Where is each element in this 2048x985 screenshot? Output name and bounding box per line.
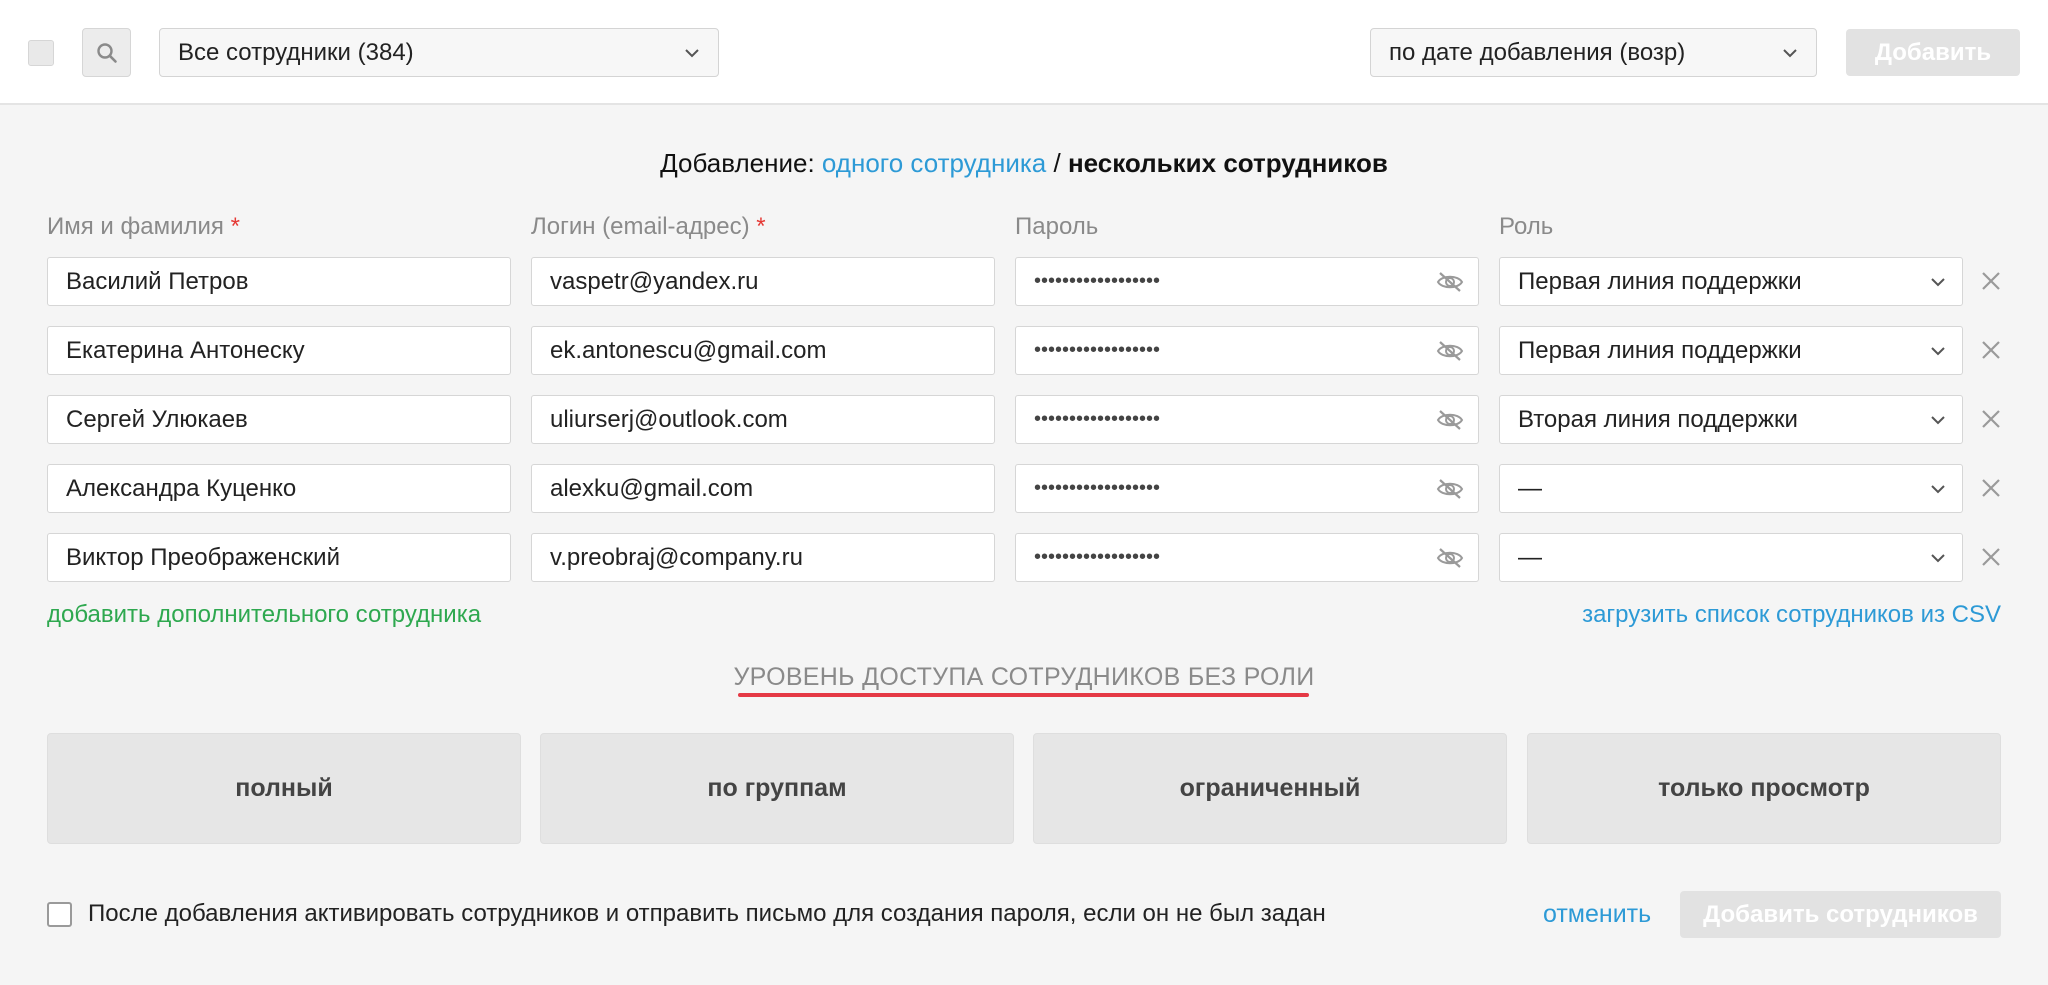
- login-label-text: Логин (email-адрес): [531, 213, 750, 240]
- name-column-label: Имя и фамилия *: [47, 213, 240, 241]
- password-input[interactable]: ••••••••••••••••••: [1015, 326, 1479, 375]
- activate-label: После добавления активировать сотруднико…: [88, 900, 1326, 927]
- password-input[interactable]: ••••••••••••••••••: [1015, 395, 1479, 444]
- role-value: Первая линия поддержки: [1518, 336, 1802, 364]
- login-column-label: Логин (email-адрес) *: [531, 213, 766, 241]
- name-label-text: Имя и фамилия: [47, 213, 224, 240]
- role-select[interactable]: —: [1499, 533, 1963, 582]
- multi-employee-mode: нескольких сотрудников: [1067, 148, 1388, 178]
- search-icon: [96, 42, 117, 63]
- add-mode-heading: Добавление: одного сотрудника / нескольк…: [0, 148, 2048, 179]
- password-value: ••••••••••••••••••: [1034, 408, 1161, 430]
- password-input[interactable]: ••••••••••••••••••: [1015, 533, 1479, 582]
- role-value: —: [1518, 474, 1542, 502]
- eye-off-icon[interactable]: [1436, 547, 1464, 569]
- chevron-down-icon: [1931, 277, 1945, 286]
- eye-off-icon[interactable]: [1436, 340, 1464, 362]
- password-input[interactable]: ••••••••••••••••••: [1015, 257, 1479, 306]
- eye-off-icon[interactable]: [1436, 271, 1464, 293]
- password-value: ••••••••••••••••••: [1034, 477, 1161, 499]
- close-icon: [1982, 479, 2000, 497]
- upload-csv-link[interactable]: загрузить список сотрудников из CSV: [1582, 601, 2001, 629]
- role-value: Первая линия поддержки: [1518, 267, 1802, 295]
- role-select[interactable]: Вторая линия поддержки: [1499, 395, 1963, 444]
- employee-filter-value: Все сотрудники (384): [178, 38, 414, 66]
- close-icon: [1982, 548, 2000, 566]
- role-column-label: Роль: [1499, 213, 1554, 240]
- add-button[interactable]: Добавить: [1846, 29, 2020, 76]
- cancel-link[interactable]: отменить: [1543, 900, 1651, 929]
- select-all-checkbox[interactable]: [28, 40, 54, 66]
- chevron-down-icon: [685, 48, 699, 57]
- chevron-down-icon: [1931, 484, 1945, 493]
- add-employees-button[interactable]: Добавить сотрудников: [1680, 891, 2001, 938]
- name-input[interactable]: Виктор Преображенский: [47, 533, 511, 582]
- chevron-down-icon: [1931, 553, 1945, 562]
- role-value: —: [1518, 543, 1542, 571]
- chevron-down-icon: [1783, 48, 1797, 57]
- access-full-button[interactable]: полный: [47, 733, 521, 844]
- login-input[interactable]: v.preobraj@company.ru: [531, 533, 995, 582]
- login-value: uliurserj@outlook.com: [550, 405, 788, 433]
- eye-off-icon[interactable]: [1436, 478, 1464, 500]
- login-input[interactable]: alexku@gmail.com: [531, 464, 995, 513]
- login-input[interactable]: uliurserj@outlook.com: [531, 395, 995, 444]
- name-input[interactable]: Сергей Улюкаев: [47, 395, 511, 444]
- name-input[interactable]: Екатерина Антонеску: [47, 326, 511, 375]
- remove-row-button[interactable]: [1978, 268, 2004, 294]
- name-value: Сергей Улюкаев: [66, 405, 248, 433]
- required-mark: *: [230, 213, 240, 240]
- login-input[interactable]: ek.antonescu@gmail.com: [531, 326, 995, 375]
- password-value: ••••••••••••••••••: [1034, 339, 1161, 361]
- role-select[interactable]: Первая линия поддержки: [1499, 257, 1963, 306]
- name-value: Александра Куценко: [66, 474, 297, 502]
- password-input[interactable]: ••••••••••••••••••: [1015, 464, 1479, 513]
- top-toolbar: Все сотрудники (384) по дате добавления …: [0, 0, 2048, 105]
- remove-row-button[interactable]: [1978, 544, 2004, 570]
- role-select[interactable]: —: [1499, 464, 1963, 513]
- role-select[interactable]: Первая линия поддержки: [1499, 326, 1963, 375]
- password-column-label: Пароль: [1015, 213, 1099, 240]
- login-value: v.preobraj@company.ru: [550, 543, 803, 571]
- close-icon: [1982, 272, 2000, 290]
- name-input[interactable]: Александра Куценко: [47, 464, 511, 513]
- name-value: Виктор Преображенский: [66, 543, 340, 571]
- chevron-down-icon: [1931, 415, 1945, 424]
- name-value: Екатерина Антонеску: [66, 336, 305, 364]
- remove-row-button[interactable]: [1978, 475, 2004, 501]
- remove-row-button[interactable]: [1978, 406, 2004, 432]
- chevron-down-icon: [1931, 346, 1945, 355]
- login-value: alexku@gmail.com: [550, 474, 754, 502]
- remove-row-button[interactable]: [1978, 337, 2004, 363]
- role-value: Вторая линия поддержки: [1518, 405, 1798, 433]
- close-icon: [1982, 341, 2000, 359]
- sort-value: по дате добавления (возр): [1389, 38, 1686, 66]
- name-input[interactable]: Василий Петров: [47, 257, 511, 306]
- access-view-only-button[interactable]: только просмотр: [1527, 733, 2001, 844]
- search-button[interactable]: [82, 28, 131, 77]
- eye-off-icon[interactable]: [1436, 409, 1464, 431]
- access-limited-button[interactable]: ограниченный: [1033, 733, 1507, 844]
- name-value: Василий Петров: [66, 267, 249, 295]
- access-title-underline: [738, 693, 1309, 697]
- close-icon: [1982, 410, 2000, 428]
- employee-filter-select[interactable]: Все сотрудники (384): [159, 28, 719, 77]
- access-groups-button[interactable]: по группам: [540, 733, 1014, 844]
- sort-select[interactable]: по дате добавления (возр): [1370, 28, 1817, 77]
- password-value: ••••••••••••••••••: [1034, 270, 1161, 292]
- login-input[interactable]: vaspetr@yandex.ru: [531, 257, 995, 306]
- heading-prefix: Добавление:: [660, 148, 815, 178]
- single-employee-link[interactable]: одного сотрудника: [822, 148, 1046, 178]
- login-value: ek.antonescu@gmail.com: [550, 336, 827, 364]
- login-value: vaspetr@yandex.ru: [550, 267, 759, 295]
- add-more-employee-link[interactable]: добавить дополнительного сотрудника: [47, 601, 481, 629]
- heading-separator: /: [1053, 148, 1061, 178]
- password-value: ••••••••••••••••••: [1034, 546, 1161, 568]
- activate-checkbox[interactable]: [47, 902, 72, 927]
- required-mark: *: [756, 213, 766, 240]
- access-level-title: УРОВЕНЬ ДОСТУПА СОТРУДНИКОВ БЕЗ РОЛИ: [733, 663, 1315, 691]
